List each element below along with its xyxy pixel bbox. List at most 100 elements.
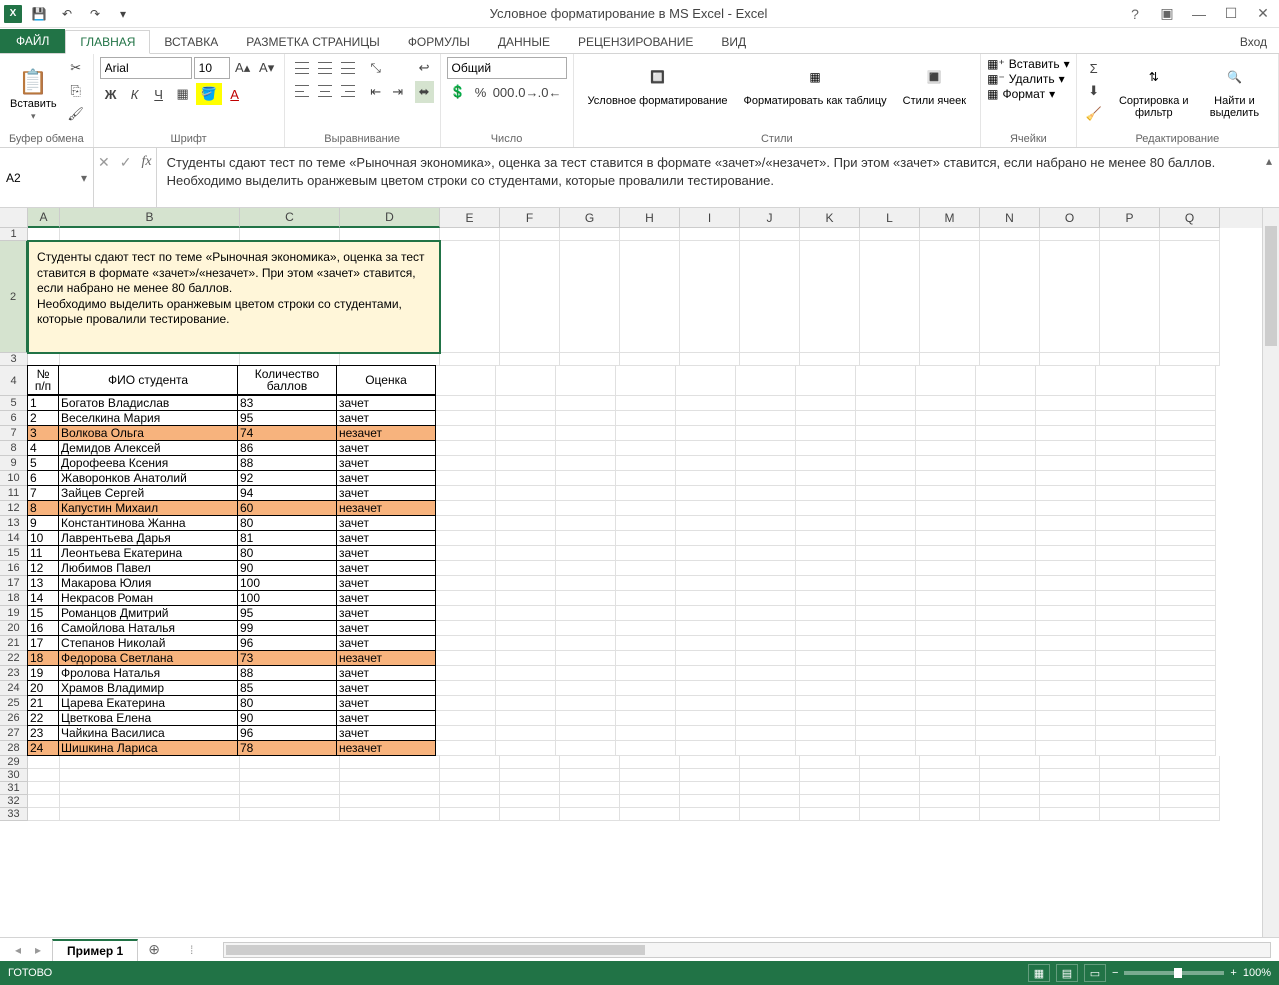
cell[interactable] <box>676 516 736 531</box>
cell[interactable]: 90 <box>237 710 337 726</box>
decrease-decimal-icon[interactable]: .0← <box>539 81 561 103</box>
qat-customize-icon[interactable]: ▾ <box>112 3 134 25</box>
cell[interactable]: незачет <box>336 500 436 516</box>
row-header[interactable]: 7 <box>0 426 28 441</box>
cell[interactable] <box>676 711 736 726</box>
cell[interactable]: Любимов Павел <box>58 560 238 576</box>
cell[interactable] <box>1096 711 1156 726</box>
tab-file[interactable]: ФАЙЛ <box>0 29 65 53</box>
cell[interactable] <box>616 606 676 621</box>
cell[interactable] <box>496 486 556 501</box>
italic-button[interactable]: К <box>124 83 146 105</box>
cell[interactable] <box>856 591 916 606</box>
cell[interactable] <box>436 561 496 576</box>
cell[interactable] <box>60 769 240 782</box>
cell[interactable] <box>1096 576 1156 591</box>
font-size-input[interactable] <box>194 57 230 79</box>
cell[interactable] <box>916 501 976 516</box>
cell[interactable] <box>436 651 496 666</box>
cell[interactable] <box>980 808 1040 821</box>
cell[interactable] <box>860 756 920 769</box>
cell[interactable]: Волкова Ольга <box>58 425 238 441</box>
cell[interactable] <box>616 396 676 411</box>
cell[interactable] <box>556 441 616 456</box>
cell[interactable] <box>1160 782 1220 795</box>
cell[interactable] <box>1040 756 1100 769</box>
cell[interactable] <box>436 726 496 741</box>
cell[interactable] <box>916 726 976 741</box>
accounting-format-icon[interactable]: 💲 <box>447 81 469 103</box>
cell[interactable] <box>860 795 920 808</box>
cell[interactable] <box>796 531 856 546</box>
cell[interactable] <box>916 546 976 561</box>
cell[interactable]: 80 <box>237 545 337 561</box>
cell[interactable] <box>436 666 496 681</box>
cell[interactable]: 18 <box>27 650 59 666</box>
cell[interactable] <box>1036 441 1096 456</box>
cell[interactable] <box>500 353 560 366</box>
cell[interactable] <box>676 651 736 666</box>
page-layout-view-icon[interactable]: ▤ <box>1056 964 1078 982</box>
cell[interactable] <box>1036 516 1096 531</box>
row-header[interactable]: 27 <box>0 726 28 741</box>
cell[interactable]: 90 <box>237 560 337 576</box>
cell[interactable]: Богатов Владислав <box>58 395 238 411</box>
zoom-in-icon[interactable]: + <box>1230 967 1236 979</box>
cell[interactable] <box>740 782 800 795</box>
cell[interactable]: Царева Екатерина <box>58 695 238 711</box>
cell[interactable] <box>28 808 60 821</box>
cell[interactable]: Чайкина Василиса <box>58 725 238 741</box>
cell[interactable] <box>1096 666 1156 681</box>
cell[interactable] <box>916 711 976 726</box>
cell[interactable] <box>916 606 976 621</box>
sort-filter-button[interactable]: ⇅ Сортировка и фильтр <box>1111 57 1197 131</box>
cell[interactable] <box>980 769 1040 782</box>
cell[interactable]: Веселкина Мария <box>58 410 238 426</box>
cell[interactable] <box>676 636 736 651</box>
row-header[interactable]: 20 <box>0 621 28 636</box>
cell[interactable] <box>680 756 740 769</box>
cell[interactable]: 16 <box>27 620 59 636</box>
row-header[interactable]: 12 <box>0 501 28 516</box>
fx-icon[interactable]: fx <box>141 154 151 170</box>
cell[interactable]: Демидов Алексей <box>58 440 238 456</box>
cell[interactable] <box>560 241 620 353</box>
merged-cell-a2-d2[interactable]: Студенты сдают тест по теме «Рыночная эк… <box>28 241 440 353</box>
cell[interactable] <box>856 441 916 456</box>
cell[interactable] <box>436 441 496 456</box>
col-header[interactable]: N <box>980 208 1040 228</box>
cell[interactable] <box>676 456 736 471</box>
cell[interactable] <box>976 411 1036 426</box>
cell[interactable] <box>676 546 736 561</box>
cell[interactable] <box>676 366 736 396</box>
format-as-table-button[interactable]: ▦ Форматировать как таблицу <box>736 57 895 131</box>
cell[interactable] <box>1096 606 1156 621</box>
close-icon[interactable]: ✕ <box>1251 4 1275 24</box>
cell[interactable] <box>340 782 440 795</box>
cell[interactable] <box>1160 228 1220 241</box>
cell[interactable]: 14 <box>27 590 59 606</box>
cell[interactable]: 95 <box>237 605 337 621</box>
cell[interactable]: зачет <box>336 725 436 741</box>
col-header[interactable]: K <box>800 208 860 228</box>
cell[interactable] <box>796 561 856 576</box>
cell[interactable]: 2 <box>27 410 59 426</box>
cell[interactable] <box>560 353 620 366</box>
cell[interactable] <box>796 696 856 711</box>
cell[interactable]: зачет <box>336 590 436 606</box>
cell[interactable]: зачет <box>336 470 436 486</box>
cell[interactable] <box>1156 591 1216 606</box>
cell[interactable] <box>620 782 680 795</box>
cell[interactable] <box>616 621 676 636</box>
cell[interactable] <box>496 501 556 516</box>
cell[interactable] <box>916 516 976 531</box>
cell[interactable] <box>740 795 800 808</box>
cell[interactable]: зачет <box>336 635 436 651</box>
col-header[interactable]: O <box>1040 208 1100 228</box>
cell[interactable] <box>676 591 736 606</box>
cell[interactable]: 15 <box>27 605 59 621</box>
ribbon-options-icon[interactable]: ▣ <box>1155 4 1179 24</box>
cell[interactable] <box>1100 769 1160 782</box>
bold-button[interactable]: Ж <box>100 83 122 105</box>
cell[interactable] <box>920 241 980 353</box>
